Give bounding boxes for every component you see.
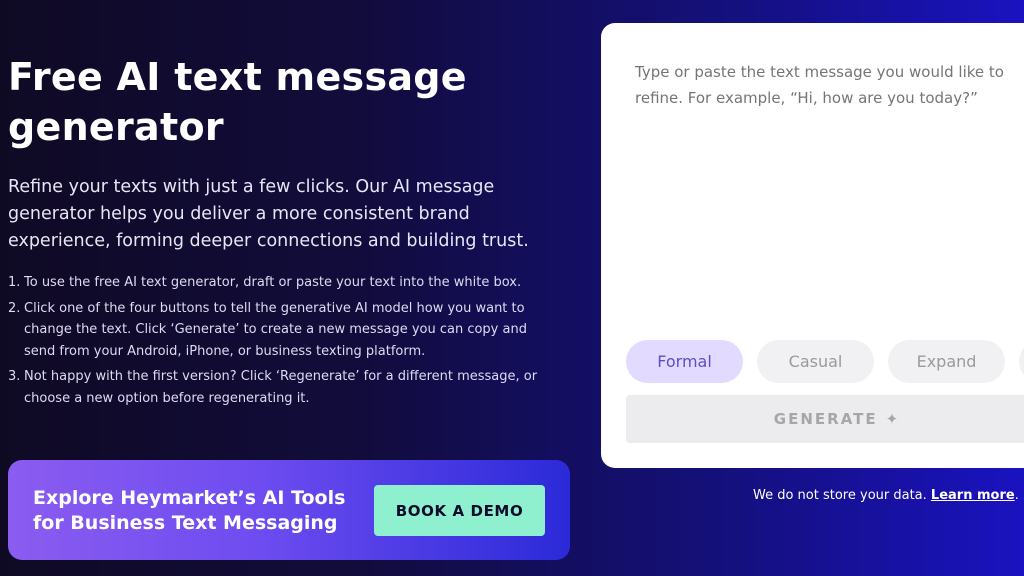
cta-text: Explore Heymarket’s AI Tools for Busines…: [33, 487, 346, 534]
option-expand-button[interactable]: Expand: [888, 340, 1005, 383]
sparkle-icon: ✦: [885, 410, 899, 428]
generate-label: GENERATE: [773, 410, 878, 428]
learn-more-link[interactable]: Learn more: [931, 488, 1015, 503]
instruction-number: 1.: [8, 275, 21, 290]
instruction-number: 3.: [8, 369, 21, 384]
instruction-text: Not happy with the first version? Click …: [24, 369, 538, 406]
privacy-text: We do not store your data.: [753, 488, 927, 503]
instruction-item: 1. To use the free AI text generator, dr…: [8, 272, 553, 294]
book-demo-button[interactable]: BOOK A DEMO: [374, 485, 545, 536]
option-casual-button[interactable]: Casual: [757, 340, 874, 383]
page-title: Free AI text message generator: [8, 55, 467, 149]
instruction-item: 3. Not happy with the first version? Cli…: [8, 366, 553, 409]
generator-panel: Formal Casual Expand GENERATE ✦: [601, 23, 1024, 468]
cta-banner: Explore Heymarket’s AI Tools for Busines…: [8, 460, 570, 560]
option-formal-button[interactable]: Formal: [626, 340, 743, 383]
instruction-item: 2. Click one of the four buttons to tell…: [8, 298, 553, 363]
generate-button[interactable]: GENERATE ✦: [626, 395, 1024, 443]
instruction-text: To use the free AI text generator, draft…: [24, 275, 522, 290]
option-button-partial[interactable]: [1019, 340, 1024, 383]
instruction-text: Click one of the four buttons to tell th…: [24, 300, 527, 359]
instruction-number: 2.: [8, 300, 21, 316]
page-subtitle: Refine your texts with just a few clicks…: [8, 177, 529, 251]
instructions-list: 1. To use the free AI text generator, dr…: [8, 272, 553, 413]
privacy-note: We do not store your data. Learn more.: [753, 488, 1019, 503]
privacy-period: .: [1014, 488, 1019, 503]
message-input[interactable]: [635, 59, 1024, 309]
